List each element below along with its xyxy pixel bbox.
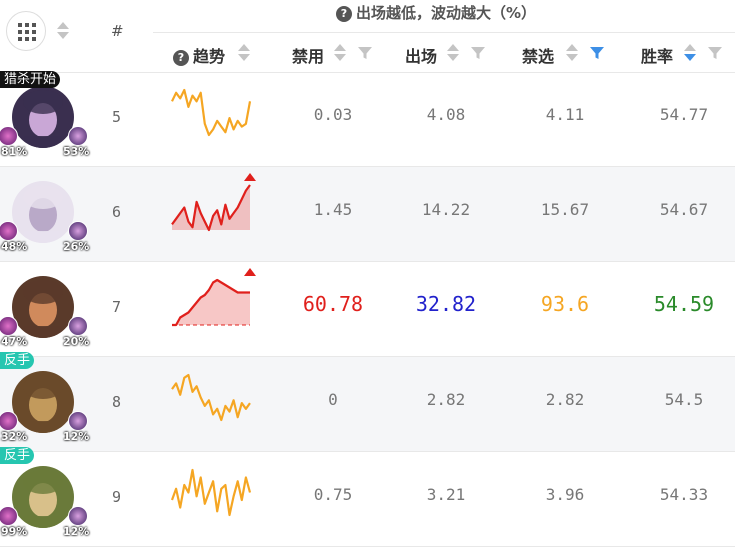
ban-value: 1.45 [313,200,353,219]
rank-number: 6 [112,203,122,221]
win-value: 54.77 [659,105,709,124]
trend-line [171,88,252,137]
pick-rate-right: 53% [63,145,90,158]
lane-icon [0,221,18,241]
table-row[interactable]: 81% 53% 猎杀开始 5 0.03 4.08 4.11 54.77 [0,71,735,167]
lane-icon [0,506,18,526]
hero-tag: 反手 [0,352,35,369]
help-icon[interactable]: ? [336,6,352,22]
ban-value: 0.03 [313,105,353,124]
ban-value: 60.78 [302,292,364,316]
trend-sparkline[interactable] [160,262,270,357]
counter-hero-icon [68,316,88,336]
trend-sparkline[interactable] [160,452,270,547]
lane-icon [0,411,18,431]
pick-rate-right: 12% [63,430,90,443]
trend-sparkline[interactable] [160,357,270,452]
sort-trend-icon[interactable] [238,44,250,62]
hero-avatar[interactable] [12,86,74,148]
filter-ban-pick-icon[interactable] [589,45,605,61]
win-value: 54.5 [664,390,704,409]
hero-tag: 猎杀开始 [0,71,61,88]
lane-icon [0,126,18,146]
group-title: ? 出场越低，波动越大（%） [336,2,536,23]
trend-help-icon[interactable]: ? [173,50,189,66]
filter-appear-icon[interactable] [470,45,486,61]
appear-value: 4.08 [426,105,466,124]
table-row[interactable]: 47% 20% 7 60.78 32.82 93.6 54.59 [0,262,735,357]
hero-portrait-icon [12,86,74,148]
sort-ban-icon[interactable] [334,44,346,62]
column-ban: 禁用 [292,47,325,66]
appear-value: 14.22 [421,200,471,219]
appear-value: 3.21 [426,485,466,504]
sort-win-icon[interactable] [684,44,696,62]
ban-pick-value: 2.82 [545,390,585,409]
trend-up-icon [244,268,256,276]
filter-ban-icon[interactable] [357,45,373,61]
ban-pick-value: 4.11 [545,105,585,124]
column-appear: 出场 [405,47,438,66]
appear-value: 2.82 [426,390,466,409]
column-trend: ? 趋势 [173,43,225,67]
table-row[interactable]: 99% 12% 反手 9 0.75 3.21 3.96 54.33 [0,447,735,547]
filter-win-icon[interactable] [707,45,723,61]
pick-rate-right: 26% [63,240,90,253]
win-value: 54.59 [653,292,715,316]
win-value: 54.67 [659,200,709,219]
table-header: # ? 出场越低，波动越大（%） ? 趋势 禁用 出场 禁选 胜率 [0,0,735,73]
table-row[interactable]: 48% 26% 6 1.45 14.22 15.67 54.67 [0,167,735,262]
rank-number: 7 [112,298,122,316]
hero-portrait-icon [12,276,74,338]
column-ban-pick: 禁选 [522,47,555,66]
hero-portrait-icon [12,181,74,243]
pick-rate-left: 47% [1,335,28,348]
pick-rate-left: 32% [1,430,28,443]
column-settings-button[interactable] [6,11,46,51]
sort-hero-icon[interactable] [57,22,69,40]
rank-number: 5 [112,108,122,126]
column-win: 胜率 [641,47,674,66]
table-row[interactable]: 32% 12% 反手 8 0 2.82 2.82 54.5 [0,352,735,452]
hero-tag: 反手 [0,447,35,464]
trend-header-label: 趋势 [193,47,226,66]
pick-rate-left: 99% [1,525,28,538]
hero-portrait-icon [12,466,74,528]
grid-icon [18,23,36,41]
counter-hero-icon [68,126,88,146]
win-value: 54.33 [659,485,709,504]
sort-appear-icon[interactable] [447,44,459,62]
lane-icon [0,316,18,336]
pick-rate-right: 12% [63,525,90,538]
appear-value: 32.82 [415,292,477,316]
rank-header: # [111,22,124,40]
ban-pick-value: 3.96 [545,485,585,504]
sort-ban-pick-icon[interactable] [566,44,578,62]
trend-line [171,373,251,422]
pick-rate-left: 81% [1,145,28,158]
hero-avatar[interactable] [12,466,74,528]
hero-avatar[interactable] [12,371,74,433]
ban-value: 0 [328,390,338,409]
hero-avatar[interactable] [12,181,74,243]
counter-hero-icon [68,506,88,526]
hero-portrait-icon [12,371,74,433]
trend-line [170,468,252,517]
pick-rate-right: 20% [63,335,90,348]
trend-sparkline[interactable] [160,167,270,262]
pick-rate-left: 48% [1,240,28,253]
ban-pick-value: 15.67 [540,200,590,219]
ban-pick-value: 93.6 [540,292,590,316]
hero-avatar[interactable] [12,276,74,338]
trend-sparkline[interactable] [160,72,270,167]
group-title-text: 出场越低，波动越大（%） [356,4,537,22]
counter-hero-icon [68,221,88,241]
counter-hero-icon [68,411,88,431]
rank-number: 8 [112,393,122,411]
rank-number: 9 [112,488,122,506]
ban-value: 0.75 [313,485,353,504]
trend-up-icon [244,173,256,181]
